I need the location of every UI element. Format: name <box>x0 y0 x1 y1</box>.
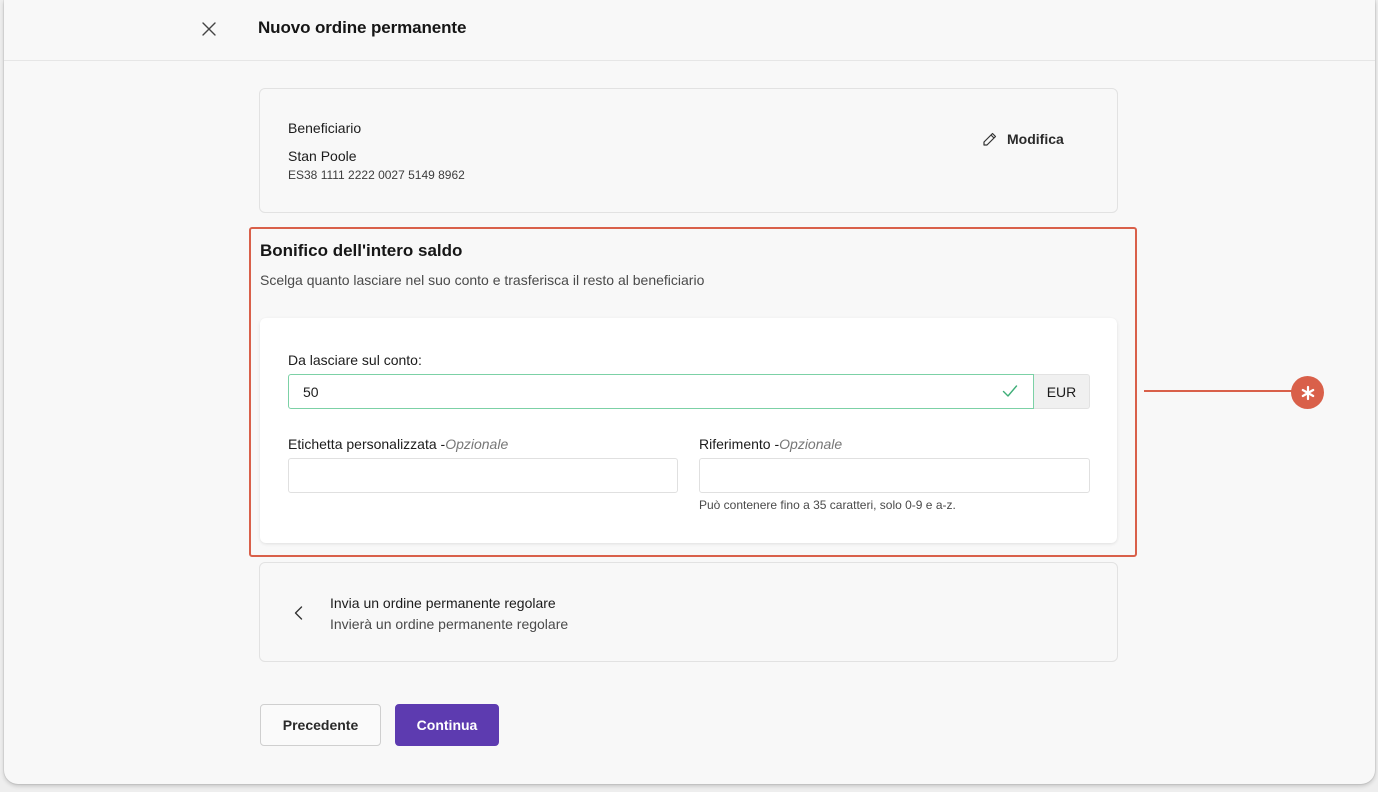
asterisk-icon <box>1301 385 1314 400</box>
reference-input[interactable] <box>699 458 1090 493</box>
reference-optional: Opzionale <box>779 436 843 452</box>
previous-button[interactable]: Precedente <box>260 704 381 746</box>
section-title: Bonifico dell'intero saldo <box>260 241 463 260</box>
chevron-left-icon[interactable] <box>290 604 308 622</box>
app-window: Nuovo ordine permanente Beneficiario Sta… <box>4 0 1375 784</box>
regular-order-title: Invia un ordine permanente regolare <box>330 595 556 611</box>
custom-label-label: Etichetta personalizzata -Opzionale <box>288 436 508 452</box>
beneficiary-label: Beneficiario <box>288 120 362 136</box>
edit-label: Modifica <box>1007 131 1064 147</box>
continue-button[interactable]: Continua <box>395 704 499 746</box>
beneficiary-card: Beneficiario Stan Poole ES38 1111 2222 0… <box>259 88 1118 213</box>
custom-label-input[interactable] <box>288 458 678 493</box>
header: Nuovo ordine permanente <box>4 0 1375 61</box>
regular-order-subtitle: Invierà un ordine permanente regolare <box>330 616 569 632</box>
reference-label: Riferimento -Opzionale <box>699 436 842 452</box>
check-icon <box>1002 385 1018 397</box>
beneficiary-iban: ES38 1111 2222 0027 5149 8962 <box>288 168 465 182</box>
regular-order-card[interactable]: Invia un ordine permanente regolare Invi… <box>259 562 1118 662</box>
reference-label-text: Riferimento - <box>699 436 780 452</box>
custom-label-optional: Opzionale <box>445 436 509 452</box>
section-description: Scelga quanto lasciare nel suo conto e t… <box>260 272 705 288</box>
custom-label-text: Etichetta personalizzata - <box>288 436 446 452</box>
currency-addon: EUR <box>1034 374 1090 409</box>
reference-hint: Può contenere fino a 35 caratteri, solo … <box>699 498 956 512</box>
callout-badge <box>1291 376 1324 409</box>
beneficiary-name: Stan Poole <box>288 148 357 164</box>
amount-input[interactable] <box>288 374 1034 409</box>
full-balance-form: Da lasciare sul conto: EUR Etichetta per… <box>260 318 1117 543</box>
callout-line <box>1144 390 1292 392</box>
edit-beneficiary-button[interactable]: Modifica <box>982 129 1064 149</box>
amount-label: Da lasciare sul conto: <box>288 352 422 368</box>
page-title: Nuovo ordine permanente <box>258 18 467 37</box>
close-button[interactable] <box>198 18 220 40</box>
pencil-icon <box>983 132 997 146</box>
close-icon <box>202 22 216 36</box>
